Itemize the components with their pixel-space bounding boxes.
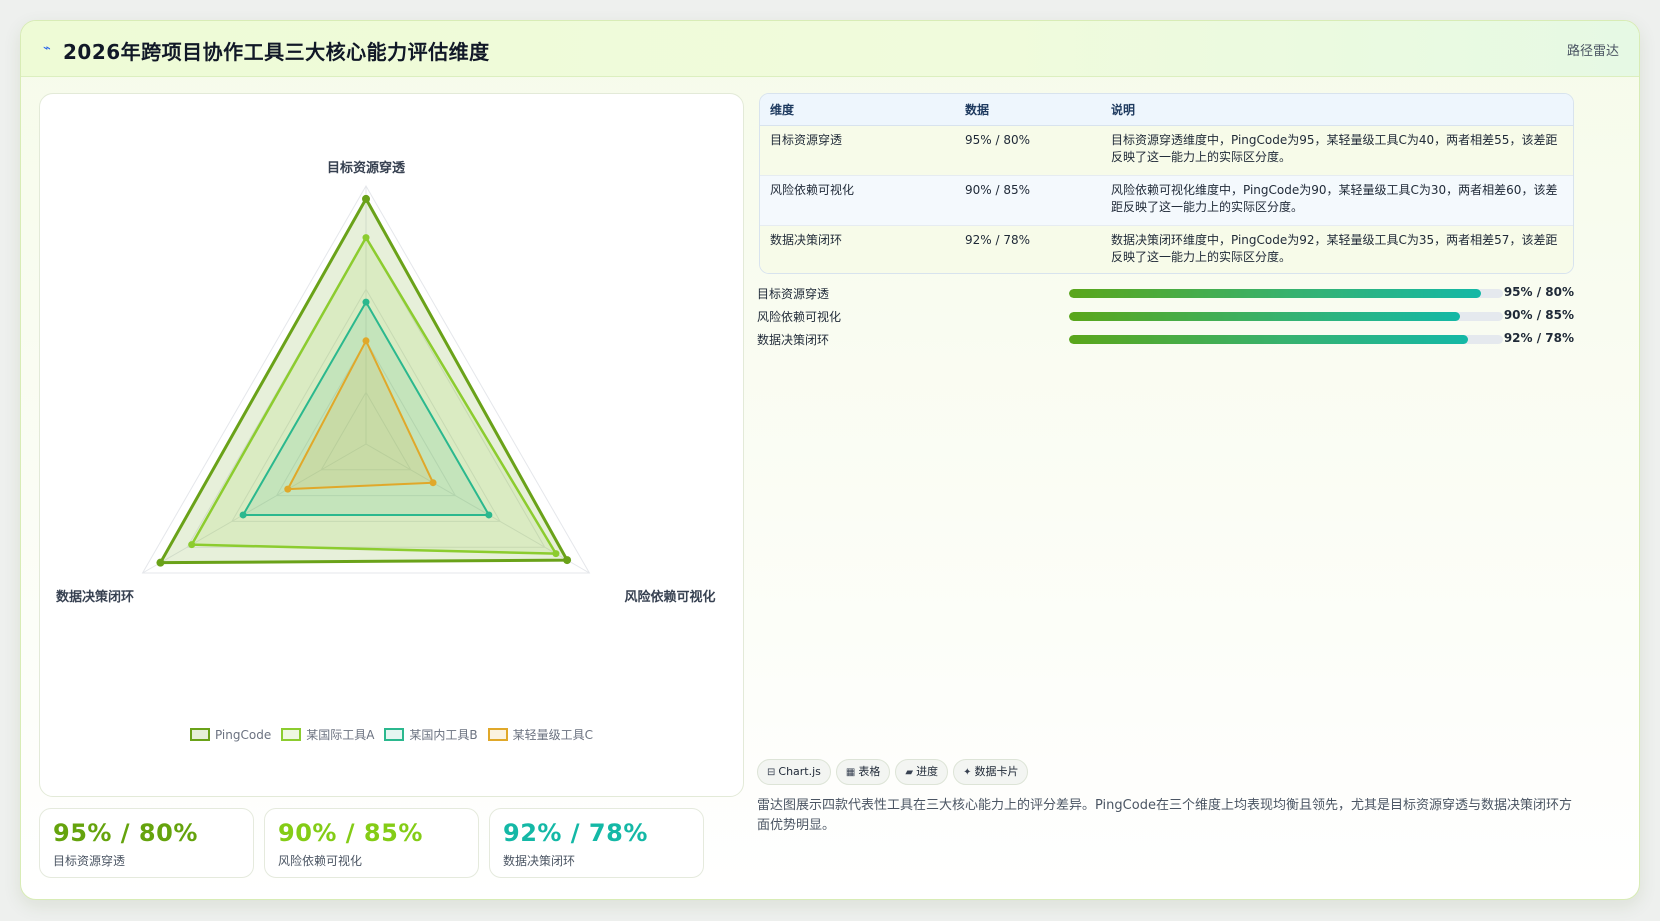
table-row: 目标资源穿透 95% / 80% 目标资源穿透维度中，PingCode为95，某… <box>760 125 1573 176</box>
data-point <box>362 298 370 306</box>
cell-description: 数据决策闭环维度中，PingCode为92，某轻量级工具C为35，两者相差57，… <box>1111 232 1558 264</box>
chip-progress[interactable]: ▰ 进度 <box>895 759 949 785</box>
data-point <box>362 234 370 242</box>
legend-swatch <box>487 728 508 741</box>
stat-value: 90% / 85% <box>278 819 423 847</box>
data-point <box>563 556 572 565</box>
column-header-description: 说明 <box>1101 94 1573 126</box>
progress-value: 95% / 80% <box>1503 285 1574 299</box>
chip-data-cards[interactable]: ✦ 数据卡片 <box>953 759 1029 785</box>
column-header-data: 数据 <box>955 94 1101 126</box>
tech-chips: ⊟ Chart.js ▦ 表格 ▰ 进度 ✦ 数据卡片 <box>757 759 1033 785</box>
data-point <box>429 479 437 487</box>
progress-row: 风险依赖可视化 90% / 85% <box>757 304 1574 327</box>
stat-card-target: 95% / 80% 目标资源穿透 <box>39 808 254 878</box>
table-row: 数据决策闭环 92% / 78% 数据决策闭环维度中，PingCode为92，某… <box>760 225 1573 273</box>
cell-dimension: 目标资源穿透 <box>760 125 955 176</box>
data-point <box>552 550 560 558</box>
data-point <box>284 485 292 493</box>
cell-dimension: 风险依赖可视化 <box>760 175 955 226</box>
legend-label: PingCode <box>214 728 272 742</box>
progress-label: 风险依赖可视化 <box>757 310 842 324</box>
sparkle-icon: ✦ <box>963 767 972 778</box>
table-row: 风险依赖可视化 90% / 85% 风险依赖可视化维度中，PingCode为90… <box>760 175 1573 226</box>
data-point <box>362 194 370 203</box>
chip-label: 进度 <box>916 765 939 778</box>
main-card: ⌁ 2026年跨项目协作工具三大核心能力评估维度 路径雷达 目标资源穿透 风险依赖… <box>20 20 1640 900</box>
column-header-dimension: 维度 <box>760 94 955 126</box>
dimension-table: 维度 数据 说明 目标资源穿透 95% / 80% 目标资源穿透维度中，Ping… <box>759 93 1574 274</box>
cell-data: 95% / 80% <box>955 125 1101 176</box>
progress-list: 目标资源穿透 95% / 80% 风险依赖可视化 90% / 85% 数据决策闭… <box>757 281 1574 350</box>
chip-chartjs[interactable]: ⊟ Chart.js <box>757 759 831 785</box>
legend-item[interactable]: 某国内工具B <box>384 726 478 743</box>
cell-dimension: 数据决策闭环 <box>770 232 843 247</box>
legend-swatch <box>189 728 210 741</box>
radar-chart: 目标资源穿透风险依赖可视化 数据决策闭环 <box>56 160 716 605</box>
legend-item[interactable]: 某国际工具A <box>281 726 374 743</box>
stat-label: 风险依赖可视化 <box>278 854 363 868</box>
stat-value: 95% / 80% <box>53 819 198 847</box>
progress-row: 数据决策闭环 92% / 78% <box>757 327 1574 350</box>
data-point <box>239 511 247 519</box>
radar-icon: ⌁ <box>43 41 51 56</box>
data-point <box>485 511 493 519</box>
header-bar: ⌁ 2026年跨项目协作工具三大核心能力评估维度 路径雷达 <box>21 21 1639 77</box>
radar-chart-panel: 目标资源穿透风险依赖可视化 数据决策闭环 PingCode 某国际工具A 某国内工具B… <box>39 93 744 797</box>
cell-description: 风险依赖可视化维度中，PingCode为90，某轻量级工具C为30，两者相差60… <box>1101 175 1573 226</box>
progress-track <box>1069 289 1503 298</box>
stat-label: 目标资源穿透 <box>53 854 126 868</box>
cell-description: 目标资源穿透维度中，PingCode为95，某轻量级工具C为40，两者相差55，… <box>1101 125 1573 176</box>
axis-label: 风险依赖可视化 <box>624 589 715 605</box>
legend-label: 某国际工具A <box>306 728 375 742</box>
page-title: 2026年跨项目协作工具三大核心能力评估维度 <box>63 40 490 64</box>
stat-label: 数据决策闭环 <box>503 854 576 868</box>
progress-value: 90% / 85% <box>1503 308 1574 322</box>
progress-fill <box>1069 335 1469 344</box>
header-tag: 路径雷达 <box>1566 44 1619 59</box>
stat-card-decision: 92% / 78% 数据决策闭环 <box>489 808 704 878</box>
progress-icon: ▰ <box>905 767 914 778</box>
legend-label: 某轻量级工具C <box>512 728 594 742</box>
summary-text: 雷达图展示四款代表性工具在三大核心能力上的评分差异。PingCode在三个维度上… <box>757 798 1572 833</box>
stat-value: 92% / 78% <box>503 819 648 847</box>
progress-label: 目标资源穿透 <box>757 287 830 301</box>
data-point <box>362 337 370 345</box>
axis-label: 数据决策闭环 <box>56 589 134 605</box>
legend-swatch <box>384 728 405 741</box>
legend-swatch <box>281 728 302 741</box>
data-point <box>156 558 165 567</box>
chip-label: 表格 <box>858 765 881 778</box>
cell-data: 92% / 78% <box>965 232 1031 247</box>
axis-label: 目标资源穿透 <box>327 160 405 176</box>
table-icon: ▦ <box>845 767 856 778</box>
data-point <box>188 541 196 549</box>
progress-track <box>1069 312 1503 321</box>
chart-legend: PingCode 某国际工具A 某国内工具B 某轻量级工具C <box>40 726 743 743</box>
cell-data: 90% / 85% <box>955 175 1101 226</box>
legend-label: 某国内工具B <box>409 728 478 742</box>
chip-table[interactable]: ▦ 表格 <box>835 759 891 785</box>
progress-track <box>1069 335 1503 344</box>
chip-label: Chart.js <box>778 765 821 778</box>
table-header-row: 维度 数据 说明 <box>760 94 1573 126</box>
legend-item[interactable]: 某轻量级工具C <box>487 726 594 743</box>
chart-icon: ⊟ <box>767 767 776 778</box>
chip-label: 数据卡片 <box>974 765 1019 778</box>
progress-label: 数据决策闭环 <box>757 333 830 347</box>
legend-item[interactable]: PingCode <box>189 728 272 742</box>
progress-fill <box>1069 312 1460 321</box>
progress-fill <box>1069 289 1482 298</box>
progress-row: 目标资源穿透 95% / 80% <box>757 281 1574 304</box>
progress-value: 92% / 78% <box>1503 331 1574 345</box>
stat-card-risk: 90% / 85% 风险依赖可视化 <box>264 808 479 878</box>
